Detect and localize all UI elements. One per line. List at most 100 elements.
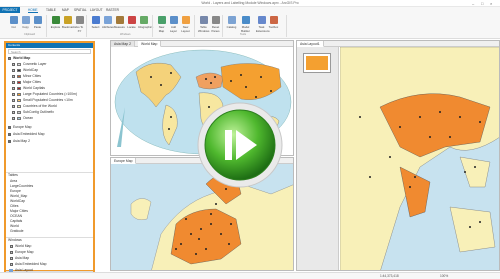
window-checkbox[interactable]: ✓ bbox=[10, 256, 13, 260]
tab-table[interactable]: TABLE bbox=[46, 8, 56, 12]
visibility-checkbox[interactable]: ✓ bbox=[12, 104, 15, 108]
layer-item[interactable]: ✓ WorldCap bbox=[12, 68, 38, 73]
window-item[interactable]: ✓ Europe Map bbox=[10, 250, 33, 255]
window-item[interactable]: ✓ Asia Map bbox=[10, 256, 29, 261]
table-name: Cities bbox=[10, 204, 19, 208]
maximize-icon[interactable]: □ bbox=[481, 1, 483, 6]
ribbon-button-label: Table Windows bbox=[198, 25, 210, 33]
expand-icon[interactable]: ▸ bbox=[8, 132, 11, 136]
layer-name: Cosmetic Layer bbox=[23, 62, 47, 66]
layout-canvas[interactable] bbox=[340, 47, 500, 271]
layer-item[interactable]: ✓ SubContig Outlinefix bbox=[12, 110, 54, 115]
ribbon-button-19[interactable]: Toolbox bbox=[268, 16, 279, 29]
window-name: Asia Map bbox=[15, 256, 30, 260]
tab-layout[interactable]: LAYOUT bbox=[90, 8, 103, 12]
city-dot bbox=[414, 176, 416, 178]
layer-item[interactable]: ✓ Small Populated Countries <10m bbox=[12, 98, 73, 103]
ribbon-button-17[interactable]: Model Builder bbox=[240, 16, 251, 33]
table-item[interactable]: Graticule bbox=[10, 229, 24, 234]
ribbon-button-label: Measure bbox=[114, 25, 125, 29]
zoom-readout[interactable]: 100% bbox=[440, 274, 448, 278]
window-checkbox[interactable]: ✓ bbox=[10, 250, 13, 254]
expand-icon[interactable]: ▾ bbox=[8, 56, 11, 60]
ribbon-button-8[interactable]: Measure bbox=[114, 16, 125, 29]
tab-spatial[interactable]: SPATIAL bbox=[74, 8, 87, 12]
visibility-checkbox[interactable]: ✓ bbox=[12, 68, 15, 72]
table-name: World bbox=[10, 224, 19, 228]
ribbon-button-14[interactable]: Table Windows bbox=[198, 16, 209, 33]
ribbon-button-10[interactable]: Infographics bbox=[138, 16, 153, 29]
ribbon-button-16[interactable]: Catalog bbox=[226, 16, 237, 29]
window-checkbox[interactable]: ✓ bbox=[10, 262, 13, 266]
tab-raster[interactable]: RASTER bbox=[106, 8, 119, 12]
tables-header[interactable]: Tables bbox=[6, 172, 93, 177]
layer-item[interactable]: ✓ Countries of the World bbox=[12, 104, 57, 109]
ribbon-icon bbox=[227, 16, 236, 24]
city-dot bbox=[270, 90, 272, 92]
expand-icon[interactable]: ▸ bbox=[8, 139, 11, 143]
ribbon-icon bbox=[9, 16, 18, 24]
window-item[interactable]: ✓ World Map bbox=[10, 244, 31, 249]
ribbon-button-2[interactable]: Paste bbox=[32, 16, 43, 29]
layout-page-thumbnail[interactable] bbox=[303, 53, 331, 73]
ribbon-button-5[interactable]: Go To XY bbox=[74, 16, 85, 33]
visibility-checkbox[interactable]: ✓ bbox=[12, 92, 15, 96]
expand-icon[interactable]: ▸ bbox=[8, 125, 11, 129]
ribbon-button-12[interactable]: Add Layer bbox=[168, 16, 179, 33]
ribbon-button-4[interactable]: Bookmarks bbox=[62, 16, 76, 29]
layer-name: World Capitals bbox=[23, 86, 45, 90]
ribbon-button-9[interactable]: Locate bbox=[126, 16, 137, 29]
close-icon[interactable]: × bbox=[490, 1, 492, 6]
ribbon-button-11[interactable]: New Map bbox=[156, 16, 167, 33]
map-node[interactable]: ▸ Asia Map 2 bbox=[8, 139, 30, 144]
visibility-checkbox[interactable]: ✓ bbox=[12, 74, 15, 78]
ribbon-icon bbox=[91, 16, 100, 24]
ribbon-button-1[interactable]: Copy bbox=[20, 16, 31, 29]
ribbon-icon bbox=[75, 16, 84, 24]
ribbon-button-3[interactable]: Explore bbox=[50, 16, 61, 29]
ribbon-icon bbox=[169, 16, 178, 24]
tab-map[interactable]: MAP bbox=[62, 8, 69, 12]
map-node[interactable]: ▸ Europe Map bbox=[8, 125, 31, 130]
window-item[interactable]: ✓ Asia Embedded Map bbox=[10, 262, 46, 267]
city-dot bbox=[215, 203, 217, 205]
ribbon-button-6[interactable]: Select bbox=[90, 16, 101, 29]
map-node[interactable]: ▸ Asia Embedded Map bbox=[8, 132, 44, 137]
visibility-checkbox[interactable]: ✓ bbox=[12, 86, 15, 90]
layer-item[interactable]: ✓ Major Cities bbox=[12, 80, 41, 85]
map-name: Europe Map bbox=[13, 125, 32, 129]
ribbon-button-18[interactable]: Task Extensions bbox=[256, 16, 270, 33]
ribbon-button-label: Attributes bbox=[102, 25, 114, 29]
city-dot bbox=[469, 226, 471, 228]
window-checkbox[interactable]: ✓ bbox=[10, 244, 13, 248]
windows-header[interactable]: Windows bbox=[6, 237, 93, 242]
ribbon-button-label: Explore bbox=[50, 25, 61, 29]
layer-symbol-icon bbox=[17, 104, 21, 108]
ribbon-button-13[interactable]: New Layout bbox=[180, 16, 191, 33]
layer-item[interactable]: ✓ Minor Cities bbox=[12, 74, 41, 79]
ribbon-icon bbox=[139, 16, 148, 24]
ribbon-button-0[interactable]: Cut bbox=[8, 16, 19, 29]
ribbon-button-7[interactable]: Attributes bbox=[102, 16, 114, 29]
visibility-checkbox[interactable]: ✓ bbox=[12, 62, 15, 66]
play-button[interactable] bbox=[195, 100, 285, 190]
city-dot bbox=[180, 243, 182, 245]
visibility-checkbox[interactable]: ✓ bbox=[12, 80, 15, 84]
layer-item[interactable]: ✓ Large Populated Countries (>100m) bbox=[12, 92, 77, 97]
map-node-world[interactable]: ▾ World Map bbox=[8, 56, 30, 61]
city-dot bbox=[150, 76, 152, 78]
layer-item[interactable]: ✓ World Capitals bbox=[12, 86, 45, 91]
visibility-checkbox[interactable]: ✓ bbox=[12, 98, 15, 102]
minimize-icon[interactable]: – bbox=[472, 1, 474, 6]
layer-item[interactable]: ✓ Ocean bbox=[12, 116, 33, 121]
contents-search-input[interactable]: Search bbox=[8, 49, 91, 54]
ribbon-button-15[interactable]: Reset Panes bbox=[210, 16, 221, 33]
visibility-checkbox[interactable]: ✓ bbox=[12, 110, 15, 114]
asia-layout-view[interactable]: Asia Layout1 bbox=[296, 40, 500, 271]
layer-item[interactable]: ✓ Cosmetic Layer bbox=[12, 62, 47, 67]
ribbon-icon bbox=[257, 16, 266, 24]
map-name: Asia Map 2 bbox=[13, 139, 30, 143]
scale-readout[interactable]: 1:44,373,418 bbox=[380, 274, 399, 278]
visibility-checkbox[interactable]: ✓ bbox=[12, 116, 15, 120]
ribbon-button-label: Toolbox bbox=[268, 25, 279, 29]
